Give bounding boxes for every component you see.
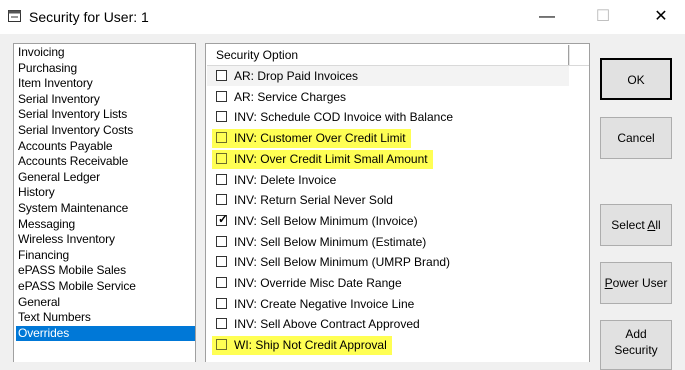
select-all-label-c: ll bbox=[655, 218, 661, 232]
grid-header: Security Option bbox=[207, 45, 589, 66]
minimize-button[interactable]: — bbox=[524, 0, 570, 34]
option-label: INV: Over Credit Limit Small Amount bbox=[234, 151, 428, 166]
category-item[interactable]: Financing bbox=[16, 248, 195, 263]
category-item[interactable]: Item Inventory bbox=[16, 76, 195, 91]
option-checkbox[interactable] bbox=[216, 173, 227, 185]
category-list[interactable]: Invoicing Purchasing Item Inventory Serial … bbox=[13, 43, 196, 362]
security-option-row[interactable]: INV: Override Misc Date Range bbox=[207, 273, 569, 293]
option-label: INV: Create Negative Invoice Line bbox=[234, 296, 415, 311]
security-option-row[interactable]: AR: Service Charges bbox=[207, 87, 569, 107]
option-checkbox[interactable] bbox=[216, 152, 227, 164]
option-label: INV: Sell Below Minimum (UMRP Brand) bbox=[234, 255, 451, 270]
category-item[interactable]: Accounts Receivable bbox=[16, 154, 195, 169]
security-option-row[interactable]: INV: Delete Invoice bbox=[207, 170, 569, 190]
category-item[interactable]: Purchasing bbox=[16, 61, 195, 76]
close-button[interactable]: ✕ bbox=[638, 0, 684, 34]
option-label: WI: Ship Not Credit Approval bbox=[234, 338, 387, 353]
maximize-button[interactable]: ☐ bbox=[580, 0, 626, 34]
security-option-row[interactable]: INV: Sell Below Minimum (Estimate) bbox=[207, 232, 569, 252]
security-option-row[interactable]: WI: Ship Not Credit Approval bbox=[207, 335, 569, 356]
option-checkbox[interactable] bbox=[216, 256, 227, 268]
option-label: INV: Return Serial Never Sold bbox=[234, 193, 393, 208]
category-item[interactable]: Wireless Inventory bbox=[16, 232, 195, 247]
category-item[interactable]: Serial Inventory Lists bbox=[16, 107, 195, 122]
option-checkbox[interactable] bbox=[216, 339, 227, 351]
cancel-button[interactable]: Cancel bbox=[600, 117, 672, 159]
option-label: INV: Sell Above Contract Approved bbox=[234, 317, 420, 332]
power-user-mnemonic: P bbox=[604, 276, 613, 290]
option-label: INV: Schedule COD Invoice with Balance bbox=[234, 110, 453, 125]
security-option-row[interactable]: ✓ INV: Sell Below Minimum (Invoice) bbox=[207, 211, 569, 231]
option-checkbox[interactable] bbox=[216, 194, 227, 206]
option-checkbox[interactable] bbox=[216, 318, 227, 330]
category-item[interactable]: Accounts Payable bbox=[16, 139, 195, 154]
title-bar: Security for User: 1 — ☐ ✕ bbox=[0, 0, 685, 34]
category-item[interactable]: System Maintenance bbox=[16, 201, 195, 216]
option-checkbox[interactable] bbox=[216, 70, 227, 81]
category-item[interactable]: Text Numbers bbox=[16, 310, 195, 325]
select-all-label-a: Select bbox=[611, 218, 648, 232]
app-icon bbox=[8, 10, 21, 22]
security-option-row[interactable]: INV: Create Negative Invoice Line bbox=[207, 294, 569, 314]
category-item[interactable]: General Ledger bbox=[16, 170, 195, 185]
security-option-row[interactable]: INV: Schedule COD Invoice with Balance bbox=[207, 107, 569, 127]
power-user-label: ower User bbox=[612, 276, 668, 290]
security-option-row[interactable]: AR: Drop Paid Invoices bbox=[207, 66, 569, 86]
option-checkbox[interactable]: ✓ bbox=[216, 211, 229, 226]
option-checkbox[interactable] bbox=[216, 235, 227, 247]
add-security-label-line2: Security bbox=[614, 343, 658, 357]
security-option-row[interactable]: INV: Sell Below Minimum (UMRP Brand) bbox=[207, 252, 569, 272]
option-label: INV: Override Misc Date Range bbox=[234, 276, 402, 290]
ok-button[interactable]: OK bbox=[600, 58, 672, 100]
power-user-button[interactable]: Power User bbox=[600, 262, 672, 304]
checkmark-icon: ✓ bbox=[218, 211, 229, 226]
security-option-grid[interactable]: Security Option AR: Drop Paid Invoices AR… bbox=[205, 43, 590, 362]
security-option-row[interactable]: INV: Sell Above Contract Approved bbox=[207, 314, 569, 334]
option-checkbox[interactable] bbox=[216, 90, 227, 102]
column-header-security-option[interactable]: Security Option bbox=[207, 45, 569, 65]
category-item[interactable]: Invoicing bbox=[16, 45, 195, 60]
option-checkbox[interactable] bbox=[216, 111, 227, 123]
option-label: AR: Service Charges bbox=[234, 89, 347, 104]
category-item[interactable]: General bbox=[16, 295, 195, 310]
category-item[interactable]: ePASS Mobile Service bbox=[16, 279, 195, 294]
category-item[interactable]: Serial Inventory Costs bbox=[16, 123, 195, 138]
grid-header-filler bbox=[569, 45, 589, 65]
category-item[interactable]: Serial Inventory bbox=[16, 92, 195, 107]
window-title: Security for User: 1 bbox=[29, 9, 149, 25]
option-label: AR: Drop Paid Invoices bbox=[234, 69, 359, 83]
category-item[interactable]: Overrides bbox=[16, 325, 195, 341]
option-checkbox[interactable] bbox=[216, 132, 227, 144]
category-item[interactable]: Messaging bbox=[16, 217, 195, 232]
option-label: INV: Sell Below Minimum (Estimate) bbox=[234, 234, 427, 249]
category-item[interactable]: ePASS Mobile Sales bbox=[16, 263, 195, 278]
security-option-row[interactable]: INV: Customer Over Credit Limit bbox=[207, 128, 569, 149]
option-checkbox[interactable] bbox=[216, 297, 227, 309]
add-security-label-line1: Add bbox=[625, 327, 647, 341]
security-option-row[interactable]: INV: Return Serial Never Sold bbox=[207, 190, 569, 210]
option-label: INV: Sell Below Minimum (Invoice) bbox=[234, 213, 418, 228]
option-checkbox[interactable] bbox=[216, 277, 227, 288]
select-all-button[interactable]: Select All bbox=[600, 204, 672, 246]
security-option-row[interactable]: INV: Over Credit Limit Small Amount bbox=[207, 149, 569, 169]
add-security-button[interactable]: Add Security bbox=[600, 320, 672, 370]
option-label: INV: Delete Invoice bbox=[234, 172, 337, 187]
option-label: INV: Customer Over Credit Limit bbox=[234, 131, 406, 146]
category-item[interactable]: History bbox=[16, 185, 195, 200]
